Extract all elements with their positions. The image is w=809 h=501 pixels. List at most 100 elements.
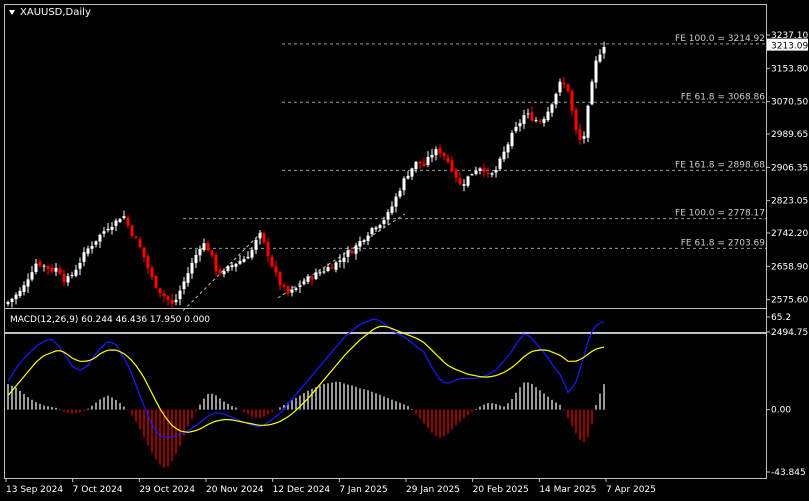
bull-candle	[398, 190, 402, 197]
bull-candle	[474, 170, 478, 175]
bull-candle	[242, 259, 246, 262]
candlestick-chart[interactable]: FE 100.0 = 3214.92 FE 61.8 = 3068.86 FE 16…	[0, 0, 809, 497]
fib-expansion-trendline	[277, 213, 406, 299]
bull-candle	[302, 281, 306, 285]
fib-level-label: FE 161.8 = 2898.68	[675, 160, 765, 170]
bear-candle	[454, 169, 458, 178]
bear-candle	[538, 120, 542, 123]
dropdown-arrow-icon[interactable]	[9, 10, 15, 15]
bull-candle	[586, 105, 590, 138]
bull-candle	[306, 276, 310, 282]
price-tick-label: 3070.50	[771, 98, 808, 108]
bear-candle	[530, 112, 534, 121]
bull-candle	[594, 60, 598, 83]
bull-candle	[314, 272, 318, 279]
bull-candle	[114, 220, 118, 226]
chart-window[interactable]: FE 100.0 = 3214.92 FE 61.8 = 3068.86 FE 16…	[0, 0, 809, 497]
price-pane-frame	[4, 4, 767, 333]
macd-label: MACD(12,26,9) 60.244 46.436 17.950 0.000	[10, 315, 210, 325]
bull-candle	[558, 81, 562, 93]
bull-candle	[338, 260, 342, 262]
bull-candle	[326, 267, 330, 271]
date-tick-label: 29 Oct 2024	[139, 485, 195, 495]
bull-candle	[318, 272, 322, 274]
price-tick-label: 3153.80	[771, 64, 808, 74]
bull-candle	[374, 227, 378, 230]
bear-candle	[142, 247, 146, 258]
bull-candle	[74, 269, 78, 276]
bear-candle	[570, 90, 574, 111]
bear-candle	[170, 299, 174, 304]
bull-candle	[6, 301, 10, 305]
bull-candle	[542, 118, 546, 124]
macd-tick-label: 65.2	[771, 313, 791, 323]
bear-candle	[146, 256, 150, 269]
price-tick-label: 2906.35	[771, 163, 808, 173]
bear-candle	[134, 236, 138, 238]
bear-candle	[310, 276, 314, 280]
bull-candle	[78, 262, 82, 269]
bear-candle	[274, 266, 278, 273]
bear-candle	[206, 243, 210, 251]
bull-candle	[246, 256, 250, 259]
bear-candle	[574, 109, 578, 131]
bull-candle	[82, 252, 86, 262]
bull-candle	[414, 161, 418, 169]
bull-candle	[390, 206, 394, 213]
bear-candle	[46, 266, 50, 270]
bear-candle	[58, 268, 62, 274]
bull-candle	[466, 176, 470, 186]
bull-candle	[322, 271, 326, 273]
bull-candle	[382, 220, 386, 225]
bull-candle	[462, 184, 466, 186]
bull-candle	[590, 81, 594, 105]
bull-candle	[202, 243, 206, 250]
bull-candle	[478, 168, 482, 171]
bull-candle	[22, 285, 26, 292]
bear-candle	[150, 267, 154, 278]
bull-candle	[10, 298, 14, 302]
bear-candle	[162, 293, 166, 297]
bull-candle	[406, 175, 410, 179]
bull-candle	[510, 132, 514, 147]
bull-candle	[522, 115, 526, 124]
bull-candle	[250, 249, 254, 258]
macd-layer	[7, 318, 605, 468]
bull-candle	[98, 234, 102, 242]
bull-candle	[298, 285, 302, 287]
bear-candle	[218, 269, 222, 274]
bull-candle	[222, 271, 226, 275]
bear-candle	[270, 256, 274, 267]
bull-candle	[502, 151, 506, 160]
date-tick-label: 20 Nov 2024	[206, 485, 264, 495]
bull-candle	[554, 93, 558, 105]
bear-candle	[330, 267, 334, 269]
bull-candle	[30, 272, 34, 280]
bear-candle	[562, 82, 566, 85]
bear-candle	[438, 148, 442, 154]
bull-candle	[18, 290, 22, 297]
bull-candle	[86, 248, 90, 254]
bull-candle	[434, 149, 438, 156]
fib-layer: FE 100.0 = 3214.92 FE 61.8 = 3068.86 FE 16…	[183, 34, 766, 249]
date-tick-label: 12 Dec 2024	[273, 485, 331, 495]
bull-candle	[106, 228, 110, 231]
current-price-label: 3213.09	[771, 42, 808, 52]
bear-candle	[158, 288, 162, 294]
bull-candle	[602, 47, 606, 54]
bear-candle	[486, 172, 490, 174]
bull-candle	[430, 154, 434, 158]
bear-candle	[126, 217, 130, 226]
bear-candle	[350, 250, 354, 254]
bull-candle	[546, 111, 550, 121]
bear-candle	[214, 254, 218, 272]
bull-candle	[66, 276, 70, 283]
bear-candle	[566, 84, 570, 92]
bull-candle	[118, 219, 122, 223]
bull-candle	[178, 290, 182, 300]
symbol-label: XAUUSD,Daily	[20, 7, 91, 18]
bull-candle	[582, 136, 586, 139]
bull-candle	[402, 178, 406, 191]
bear-candle	[442, 152, 446, 157]
bear-candle	[418, 161, 422, 164]
